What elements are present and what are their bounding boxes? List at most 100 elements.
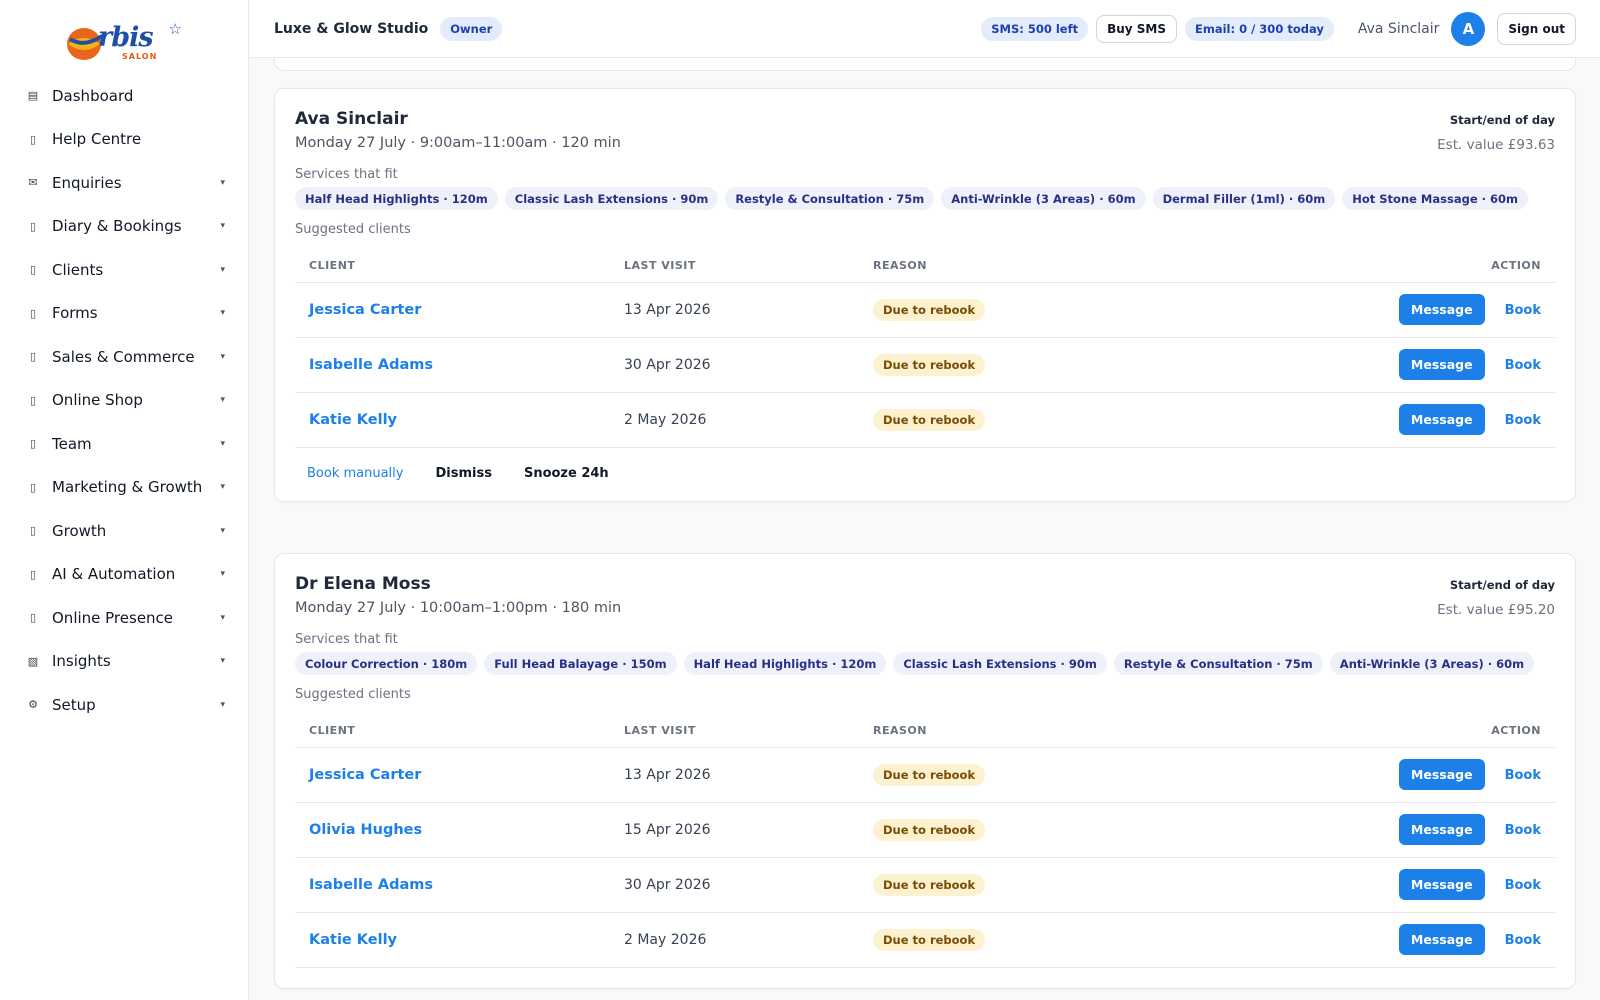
service-chip: Half Head Highlights · 120m — [683, 652, 887, 675]
chevron-down-icon: ▾ — [220, 308, 225, 319]
client-name-link[interactable]: Katie Kelly — [295, 912, 610, 968]
table-row: Isabelle Adams 30 Apr 2026 Due to rebook Me… — [295, 337, 1555, 393]
top-bar: Luxe & Glow Studio Owner SMS: 500 left B… — [249, 0, 1600, 58]
sidebar-item-growth[interactable]: ▯ Growth ▾ — [0, 509, 249, 553]
sidebar-item-label: Online Shop — [52, 391, 143, 410]
email-quota-badge: Email: 0 / 300 today — [1185, 16, 1334, 41]
book-link[interactable]: Book — [1505, 413, 1541, 428]
book-link[interactable]: Book — [1505, 768, 1541, 783]
calendar-icon: ▯ — [29, 219, 37, 233]
message-button[interactable]: Message — [1398, 924, 1485, 955]
last-visit: 15 Apr 2026 — [610, 802, 859, 858]
sidebar-item-team[interactable]: ▯ Team ▾ — [0, 422, 249, 466]
action-cell: Message Book — [1315, 392, 1555, 448]
reason-badge: Due to rebook — [873, 353, 986, 376]
role-badge: Owner — [440, 16, 503, 41]
sidebar-item-label: Growth — [52, 521, 107, 540]
sidebar-item-forms[interactable]: ▯ Forms ▾ — [0, 292, 249, 336]
reason-badge: Due to rebook — [873, 763, 986, 786]
sidebar-item-clients[interactable]: ▯ Clients ▾ — [0, 248, 249, 292]
sidebar-item-diary-bookings[interactable]: ▯ Diary & Bookings ▾ — [0, 205, 249, 249]
client-name-link[interactable]: Katie Kelly — [295, 392, 610, 448]
chevron-down-icon: ▾ — [220, 351, 225, 362]
client-name-link[interactable]: Isabelle Adams — [295, 337, 610, 393]
table-row: Katie Kelly 2 May 2026 Due to rebook Messag… — [295, 392, 1555, 448]
reason-badge: Due to rebook — [873, 873, 986, 896]
sidebar-item-label: Setup — [52, 695, 96, 714]
action-cell: Message Book — [1315, 747, 1555, 803]
sidebar-item-label: Help Centre — [52, 130, 142, 149]
avatar[interactable]: A — [1451, 11, 1486, 46]
services-heading: Services that fit — [295, 167, 398, 182]
chevron-down-icon: ▾ — [220, 525, 225, 536]
sidebar-item-setup[interactable]: ⚙ Setup ▾ — [0, 683, 249, 727]
service-chips: Colour Correction · 180m Full Head Balaya… — [295, 652, 1555, 675]
sidebar-nav: ▤ Dashboard ▯ Help Centre ✉ Enquiries ▾ ▯ Diary … — [0, 74, 249, 727]
brand-logo[interactable]: rbis SALON ☆ — [64, 20, 182, 64]
book-link[interactable]: Book — [1505, 303, 1541, 318]
column-header-reason: REASON — [859, 714, 1315, 748]
sidebar-item-insights[interactable]: ▧ Insights ▾ — [0, 640, 249, 684]
message-button[interactable]: Message — [1398, 404, 1485, 435]
gap-slot: Monday 27 July · 10:00am–1:00pm · 180 mi… — [295, 600, 622, 616]
message-button[interactable]: Message — [1398, 759, 1485, 790]
client-name-link[interactable]: Isabelle Adams — [295, 857, 610, 913]
reason-badge: Due to rebook — [873, 928, 986, 951]
chevron-down-icon: ▾ — [220, 438, 225, 449]
chevron-down-icon: ▾ — [220, 569, 225, 580]
card-meta: Start/end of day Est. value £93.63 — [1437, 109, 1555, 153]
message-button[interactable]: Message — [1398, 869, 1485, 900]
suggested-clients-heading: Suggested clients — [295, 222, 411, 237]
sidebar-item-online-presence[interactable]: ▯ Online Presence ▾ — [0, 596, 249, 640]
book-link[interactable]: Book — [1505, 358, 1541, 373]
logo-text: rbis — [98, 22, 154, 53]
table-row: Katie Kelly 2 May 2026 Due to rebook Messag… — [295, 912, 1555, 968]
sidebar-item-label: Sales & Commerce — [52, 347, 195, 366]
logo-subtext: SALON — [122, 52, 158, 61]
client-name-link[interactable]: Jessica Carter — [295, 747, 610, 803]
sidebar-item-online-shop[interactable]: ▯ Online Shop ▾ — [0, 379, 249, 423]
client-name-link[interactable]: Olivia Hughes — [295, 802, 610, 858]
reason-cell: Due to rebook — [859, 337, 1315, 393]
sidebar-item-label: Marketing & Growth — [52, 478, 203, 497]
book-link[interactable]: Book — [1505, 878, 1541, 893]
column-header-last-visit: LAST VISIT — [610, 249, 859, 283]
table-header-row: CLIENT LAST VISIT REASON ACTION — [295, 249, 1555, 283]
sidebar-item-help-centre[interactable]: ▯ Help Centre — [0, 118, 249, 162]
dismiss-button[interactable]: Dismiss — [435, 466, 491, 481]
sidebar-item-ai-automation[interactable]: ▯ AI & Automation ▾ — [0, 553, 249, 597]
sms-credits-badge: SMS: 500 left — [981, 16, 1089, 41]
sidebar-item-label: Dashboard — [52, 86, 134, 105]
sidebar-item-label: Insights — [52, 652, 111, 671]
snooze-button[interactable]: Snooze 24h — [524, 466, 609, 481]
sign-out-button[interactable]: Sign out — [1497, 12, 1576, 45]
reason-cell: Due to rebook — [859, 392, 1315, 448]
sidebar-item-sales-commerce[interactable]: ▯ Sales & Commerce ▾ — [0, 335, 249, 379]
action-cell: Message Book — [1315, 337, 1555, 393]
message-button[interactable]: Message — [1398, 349, 1485, 380]
sidebar-item-marketing-growth[interactable]: ▯ Marketing & Growth ▾ — [0, 466, 249, 510]
last-visit: 30 Apr 2026 — [610, 337, 859, 393]
sidebar-item-label: AI & Automation — [52, 565, 176, 584]
book-link[interactable]: Book — [1505, 933, 1541, 948]
client-name-link[interactable]: Jessica Carter — [295, 282, 610, 338]
globe-icon: ▯ — [29, 611, 37, 625]
book-manually-link[interactable]: Book manually — [307, 466, 403, 481]
last-visit: 13 Apr 2026 — [610, 282, 859, 338]
chevron-down-icon: ▾ — [220, 612, 225, 623]
sidebar-item-dashboard[interactable]: ▤ Dashboard — [0, 74, 249, 118]
gap-slot: Monday 27 July · 9:00am–11:00am · 120 mi… — [295, 135, 621, 151]
message-button[interactable]: Message — [1398, 814, 1485, 845]
card-meta: Start/end of day Est. value £95.20 — [1437, 574, 1555, 618]
sidebar-item-label: Forms — [52, 304, 98, 323]
action-cell: Message Book — [1315, 912, 1555, 968]
last-visit: 13 Apr 2026 — [610, 747, 859, 803]
service-chip: Restyle & Consultation · 75m — [1113, 652, 1323, 675]
table-row: Jessica Carter 13 Apr 2026 Due to rebook Me… — [295, 747, 1555, 803]
message-button[interactable]: Message — [1398, 294, 1485, 325]
buy-sms-button[interactable]: Buy SMS — [1096, 14, 1178, 43]
sidebar-item-enquiries[interactable]: ✉ Enquiries ▾ — [0, 161, 249, 205]
action-cell: Message Book — [1315, 802, 1555, 858]
chevron-down-icon: ▾ — [220, 264, 225, 275]
book-link[interactable]: Book — [1505, 823, 1541, 838]
